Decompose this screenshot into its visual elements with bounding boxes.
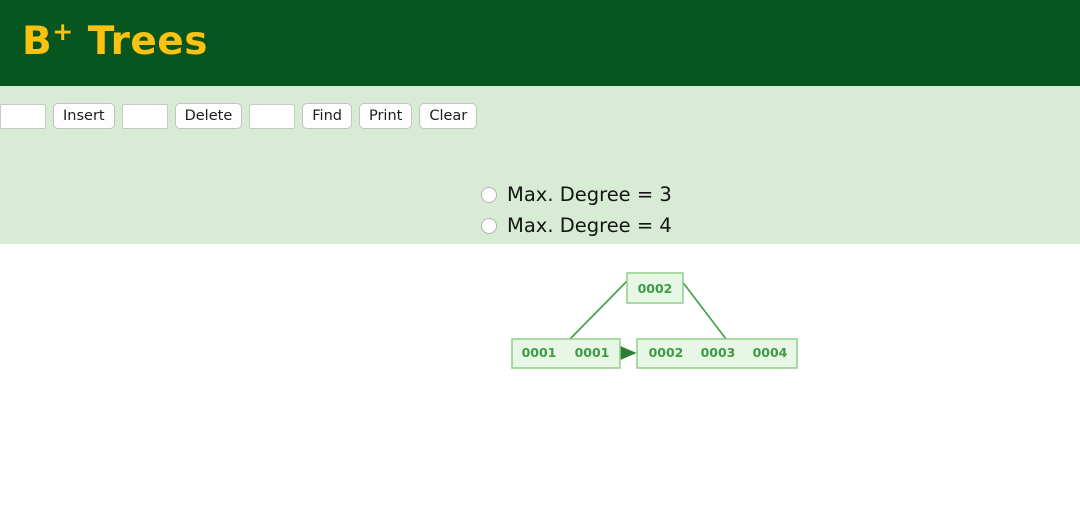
edge-root-to-leaf-0 [569, 275, 633, 340]
radio-label-max-degree-3: Max. Degree = 3 [507, 183, 672, 207]
page-title-superscript: + [52, 17, 74, 46]
radio-dot-icon[interactable] [481, 187, 497, 204]
leaf-1-key-0: 0002 [649, 345, 684, 360]
leaf-1-key-2: 0004 [753, 345, 788, 360]
tree-canvas[interactable]: 0002 0001 0001 0002 0003 0004 [0, 244, 1080, 510]
bplus-tree-visualization: 0002 0001 0001 0002 0003 0004 [511, 272, 798, 369]
page-title: B+ Trees [22, 18, 208, 66]
button-row: Insert Delete Find Print Clear [0, 101, 478, 131]
tree-node-leaf-0[interactable]: 0001 0001 [511, 338, 621, 369]
leaf-0-key-1: 0001 [575, 345, 610, 360]
radio-dot-icon[interactable] [481, 217, 497, 234]
radio-label-max-degree-4: Max. Degree = 4 [507, 213, 672, 237]
print-button[interactable]: Print [358, 103, 413, 129]
clear-button[interactable]: Clear [419, 103, 478, 129]
insert-button[interactable]: Insert [53, 103, 115, 129]
page-title-main: B [22, 19, 53, 64]
find-button[interactable]: Find [302, 103, 352, 129]
find-input[interactable] [249, 103, 296, 129]
page-title-rest: Trees [73, 19, 208, 64]
delete-button[interactable]: Delete [174, 103, 243, 129]
app-header: B+ Trees [0, 0, 1080, 86]
leaf-1-key-1: 0003 [701, 345, 736, 360]
insert-input[interactable] [0, 103, 46, 129]
controls-toolbar: Insert Delete Find Print Clear Max. Degr… [0, 86, 1080, 327]
tree-node-root[interactable]: 0002 [626, 272, 684, 304]
tree-node-leaf-1[interactable]: 0002 0003 0004 [636, 338, 798, 369]
edge-root-to-leaf-1 [677, 275, 727, 340]
radio-max-degree-4[interactable]: Max. Degree = 4 [481, 210, 781, 240]
root-key-0: 0002 [638, 281, 673, 296]
leaf-0-key-0: 0001 [522, 345, 557, 360]
delete-input[interactable] [121, 103, 168, 129]
radio-max-degree-3[interactable]: Max. Degree = 3 [481, 180, 781, 210]
